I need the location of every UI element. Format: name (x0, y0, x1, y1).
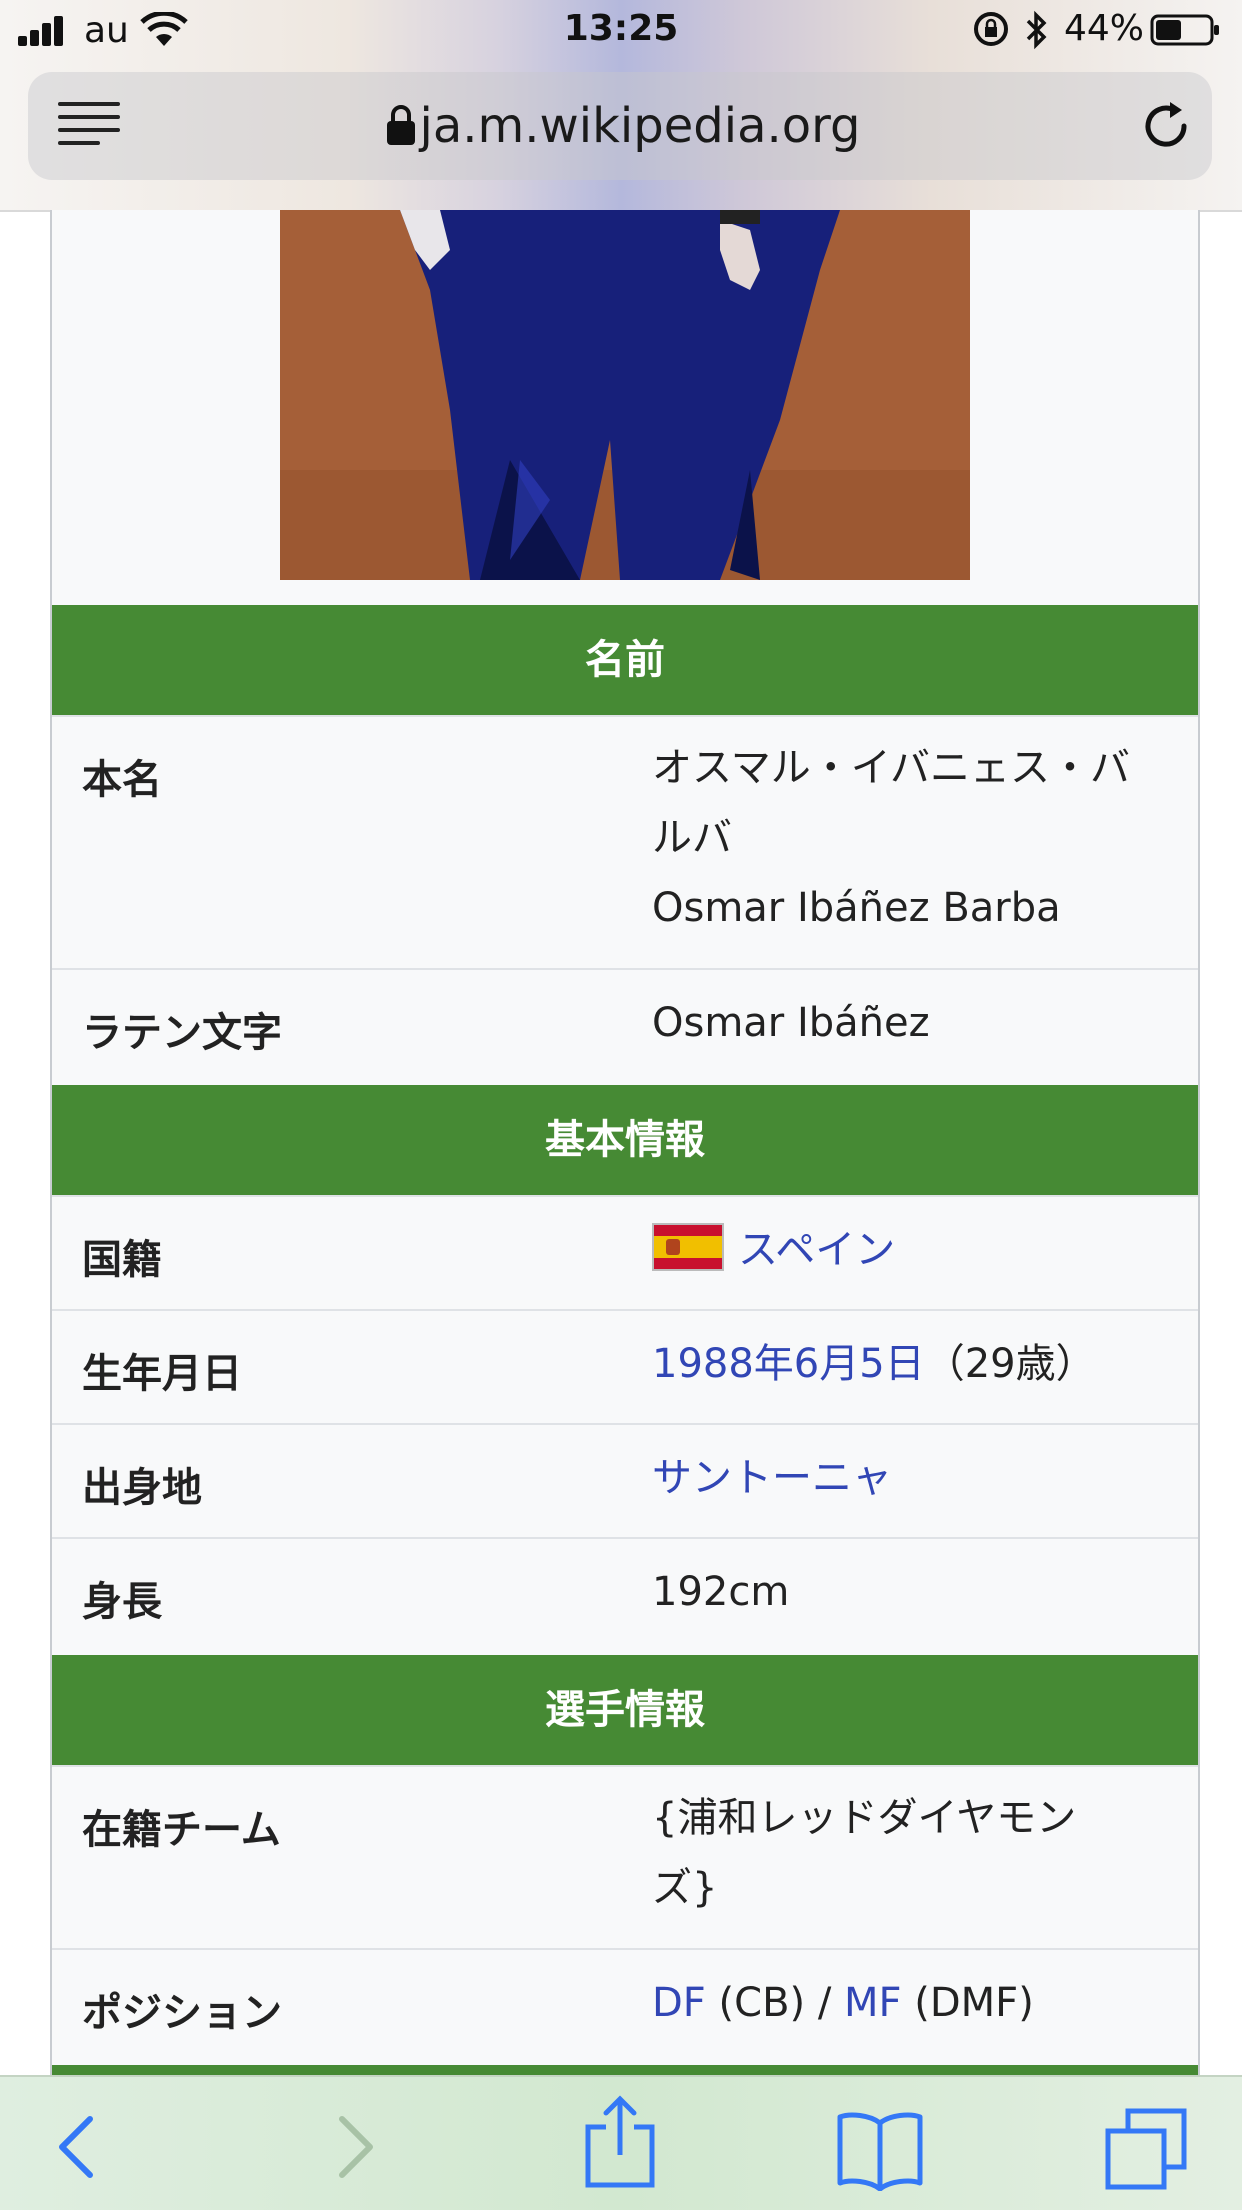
back-icon[interactable] (40, 2107, 120, 2187)
tabs-icon[interactable] (1104, 2107, 1188, 2191)
rotation-lock-icon (974, 12, 1008, 46)
bookmarks-icon[interactable] (836, 2107, 924, 2191)
status-time: 13:25 (563, 8, 679, 49)
section-header-player-info: 選手情報 (52, 1655, 1198, 1765)
row-nationality: 国籍 スペイン (52, 1195, 1198, 1309)
position-df-link[interactable]: DF (652, 1980, 706, 2026)
row-latin-name: ラテン文字 Osmar Ibáñez (52, 968, 1198, 1082)
position-df-detail: (CB) / (705, 1980, 845, 2026)
section-header-name: 名前 (52, 605, 1198, 715)
spain-flag-icon (652, 1223, 724, 1271)
label-height: 身長 (82, 1579, 162, 1625)
value-birthplace: サントーニャ (652, 1443, 1172, 1513)
value-position: DF (CB) / MF (DMF) (652, 1968, 1172, 2038)
row-birthplace: 出身地 サントーニャ (52, 1423, 1198, 1537)
team-text-1: {浦和レッドダイヤモン (652, 1795, 1077, 1841)
reload-icon[interactable] (1140, 100, 1192, 152)
position-mf-detail: (DMF) (901, 1980, 1034, 2026)
browser-top-bar: au 13:25 44% ja.m.wikipedia.org (0, 0, 1242, 212)
player-photo-figure (280, 210, 970, 580)
section-header-basic-info: 基本情報 (52, 1085, 1198, 1195)
nationality-link[interactable]: スペイン (738, 1227, 895, 1273)
position-mf-link[interactable]: MF (844, 1980, 902, 2026)
row-position: ポジション DF (CB) / MF (DMF) (52, 1948, 1198, 2062)
real-name-ja-2: ルバ (652, 815, 732, 861)
url-text[interactable]: ja.m.wikipedia.org (28, 98, 1212, 154)
label-team: 在籍チーム (82, 1807, 281, 1853)
row-birth-date: 生年月日 1988年6月5日（29歳） (52, 1309, 1198, 1423)
value-team: {浦和レッドダイヤモン ズ} (652, 1795, 1172, 1923)
birthplace-link[interactable]: サントーニャ (652, 1455, 892, 1501)
label-position: ポジション (82, 1990, 282, 2036)
label-nationality: 国籍 (82, 1237, 162, 1283)
real-name-latin: Osmar Ibáñez Barba (652, 885, 1061, 931)
age-text: （29歳） (924, 1341, 1096, 1387)
value-real-name: オスマル・イバニェス・バ ルバ Osmar Ibáñez Barba (652, 745, 1172, 943)
row-team: 在籍チーム {浦和レッドダイヤモン ズ} (52, 1765, 1198, 1943)
label-latin-name: ラテン文字 (82, 1010, 282, 1056)
label-birthplace: 出身地 (82, 1465, 202, 1511)
battery-percent: 44% (1064, 8, 1145, 49)
address-bar[interactable]: ja.m.wikipedia.org (28, 72, 1212, 180)
share-icon[interactable] (578, 2093, 662, 2189)
birth-date-link[interactable]: 1988年6月5日 (652, 1341, 925, 1387)
real-name-ja-1: オスマル・イバニェス・バ (652, 745, 1130, 791)
infobox: 名前 本名 オスマル・イバニェス・バ ルバ Osmar Ibáñez Barba… (50, 210, 1200, 2080)
row-height: 身長 192cm (52, 1537, 1198, 1651)
label-birth-date: 生年月日 (82, 1351, 242, 1397)
browser-toolbar (0, 2075, 1242, 2210)
label-real-name: 本名 (82, 757, 162, 803)
status-bar: au 13:25 44% (0, 0, 1242, 62)
value-latin-name: Osmar Ibáñez (652, 1000, 930, 1046)
value-nationality: スペイン (652, 1215, 1172, 1285)
forward-icon[interactable] (312, 2107, 392, 2187)
value-birth-date: 1988年6月5日（29歳） (652, 1329, 1172, 1399)
bluetooth-icon (1026, 10, 1047, 50)
row-real-name: 本名 オスマル・イバニェス・バ ルバ Osmar Ibáñez Barba (52, 715, 1198, 931)
team-text-2: ズ} (652, 1865, 718, 1911)
player-photo[interactable] (280, 210, 970, 580)
value-height: 192cm (652, 1569, 790, 1615)
battery-icon (1150, 14, 1219, 46)
